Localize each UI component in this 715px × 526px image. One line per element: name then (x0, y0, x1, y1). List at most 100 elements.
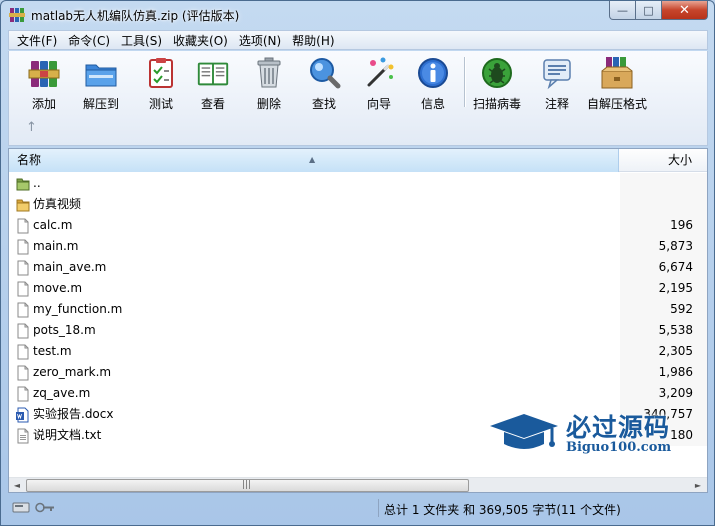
menu-commands[interactable]: 命令(C) (64, 32, 117, 49)
menu-help[interactable]: 帮助(H) (288, 32, 341, 49)
virus-bug-icon (479, 55, 515, 91)
file-name: move.m (33, 281, 83, 295)
file-size: 340,757 (643, 407, 693, 421)
table-row[interactable]: main.m 5,873 (9, 236, 707, 257)
info-icon (415, 55, 451, 91)
size-column-bg (620, 194, 707, 215)
status-bar: 总计 1 文件夹 和 369,505 字节(11 个文件) (8, 497, 708, 519)
sfx-label: 自解压格式 (587, 97, 648, 111)
magic-wand-icon (361, 55, 397, 91)
menu-favorites[interactable]: 收藏夹(O) (169, 32, 235, 49)
document-icon (17, 386, 29, 402)
file-name: my_function.m (33, 302, 123, 316)
up-one-level-button[interactable]: ↑ (26, 120, 37, 135)
file-size: 592 (670, 302, 693, 316)
wizard-label: 向导 (366, 97, 391, 111)
comment-button[interactable]: 注释 (539, 55, 575, 111)
file-list-header: 名称 ▲ 大小 (9, 149, 707, 172)
delete-button[interactable]: 删除 (251, 55, 287, 111)
document-icon (17, 323, 29, 339)
status-separator (378, 499, 379, 517)
maximize-button[interactable]: □ (636, 1, 662, 20)
scroll-left-button[interactable]: ◄ (9, 478, 25, 492)
menu-tools[interactable]: 工具(S) (117, 32, 169, 49)
document-icon (17, 344, 29, 360)
wizard-button[interactable]: 向导 (361, 55, 397, 111)
comment-icon (539, 55, 575, 91)
toolbar-separator (464, 57, 466, 107)
file-name: 说明文档.txt (33, 428, 102, 442)
table-row[interactable]: calc.m 196 (9, 215, 707, 236)
menu-options[interactable]: 选项(N) (235, 32, 288, 49)
add-label: 添加 (31, 97, 56, 111)
table-row[interactable]: my_function.m 592 (9, 299, 707, 320)
table-row[interactable]: 实验报告.docx 340,757 (9, 404, 707, 425)
table-row-parent[interactable]: .. (9, 173, 707, 194)
document-icon (17, 302, 29, 318)
table-row[interactable]: zq_ave.m 3,209 (9, 383, 707, 404)
table-row[interactable]: zero_mark.m 1,986 (9, 362, 707, 383)
scan-virus-button[interactable]: 扫描病毒 (473, 55, 521, 111)
drive-key-icon[interactable] (12, 500, 56, 515)
find-label: 查找 (311, 97, 336, 111)
column-header-size[interactable]: 大小 (620, 149, 692, 172)
scrollbar-thumb[interactable]: ||| (26, 479, 469, 492)
table-row[interactable]: test.m 2,305 (9, 341, 707, 362)
folder-icon (16, 199, 30, 212)
file-size: 2,305 (658, 344, 693, 358)
info-label: 信息 (420, 97, 445, 111)
test-button[interactable]: 测试 (143, 55, 179, 111)
file-name: calc.m (33, 218, 73, 232)
info-button[interactable]: 信息 (415, 55, 451, 111)
horizontal-scrollbar[interactable]: ◄ ||| ► (9, 477, 707, 492)
minimize-button[interactable]: — (609, 1, 636, 20)
window-title: matlab无人机编队仿真.zip (评估版本) (31, 9, 240, 23)
file-name: pots_18.m (33, 323, 96, 337)
column-header-name[interactable]: 名称 ▲ (9, 149, 619, 172)
view-book-icon (195, 55, 231, 91)
archive-window: matlab无人机编队仿真.zip (评估版本) — □ ✕ 文件(F) 命令(… (0, 0, 715, 526)
view-button[interactable]: 查看 (195, 55, 231, 111)
text-file-icon (17, 428, 29, 444)
menu-file[interactable]: 文件(F) (13, 32, 64, 49)
caption-buttons: — □ ✕ (609, 1, 708, 21)
title-bar[interactable]: matlab无人机编队仿真.zip (评估版本) — □ ✕ (1, 1, 714, 29)
file-name: zq_ave.m (33, 386, 91, 400)
file-name: main.m (33, 239, 79, 253)
file-size: 5,538 (658, 323, 693, 337)
sort-ascending-icon: ▲ (309, 155, 316, 164)
file-name: 仿真视频 (33, 197, 82, 211)
table-row[interactable]: move.m 2,195 (9, 278, 707, 299)
trash-icon (251, 55, 287, 91)
sfx-button[interactable]: 自解压格式 (587, 55, 647, 111)
table-row-folder[interactable]: 仿真视频 (9, 194, 707, 215)
extract-folder-icon (83, 55, 119, 91)
test-label: 测试 (148, 97, 173, 111)
file-size: 6,674 (658, 260, 693, 274)
parent-folder-icon (16, 178, 30, 191)
scan-virus-label: 扫描病毒 (473, 97, 522, 111)
document-icon (17, 260, 29, 276)
table-row[interactable]: 说明文档.txt 180 (9, 425, 707, 446)
file-name: test.m (33, 344, 72, 358)
table-row[interactable]: main_ave.m 6,674 (9, 257, 707, 278)
file-list: 名称 ▲ 大小 .. 仿真视频 calc.m 196 main.m 5,873 … (8, 148, 708, 493)
extract-to-button[interactable]: 解压到 (83, 55, 119, 111)
find-button[interactable]: 查找 (306, 55, 342, 111)
scrollbar-grip: ||| (242, 480, 252, 490)
add-button[interactable]: 添加 (26, 55, 62, 111)
add-archive-icon (26, 55, 62, 91)
scroll-right-button[interactable]: ► (690, 478, 706, 492)
table-row[interactable]: pots_18.m 5,538 (9, 320, 707, 341)
column-header-name-label: 名称 (17, 153, 42, 167)
file-name: zero_mark.m (33, 365, 112, 379)
close-button[interactable]: ✕ (662, 1, 708, 20)
document-icon (17, 281, 29, 297)
document-icon (17, 365, 29, 381)
document-icon (17, 218, 29, 234)
file-size: 1,986 (658, 365, 693, 379)
winrar-app-icon[interactable] (9, 7, 25, 23)
status-summary: 总计 1 文件夹 和 369,505 字节(11 个文件) (384, 503, 621, 517)
file-name: .. (33, 176, 41, 190)
file-size: 3,209 (658, 386, 693, 400)
